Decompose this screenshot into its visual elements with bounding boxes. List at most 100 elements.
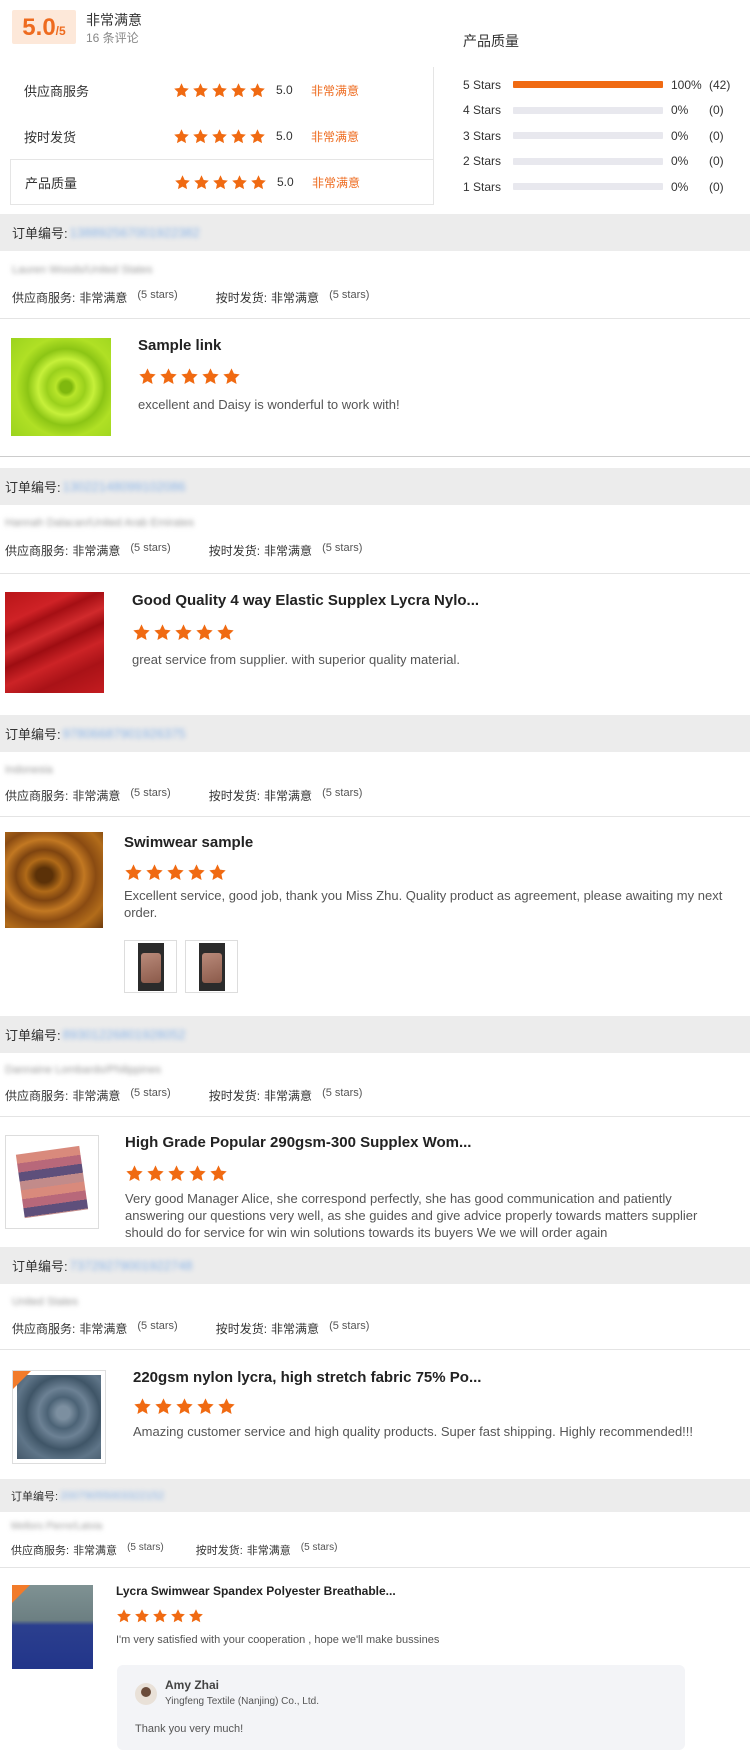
reply-company: Yingfeng Textile (Nanjing) Co., Ltd.: [165, 1696, 319, 1707]
rating-row-product-quality[interactable]: 产品质量 5.0 非常满意: [10, 159, 434, 205]
on-time-stars: (5 stars): [329, 289, 370, 301]
review-text: great service from supplier. with superi…: [132, 652, 461, 667]
review-photo[interactable]: [124, 940, 177, 993]
product-badge: [12, 1585, 30, 1603]
distribution-label: 1 Stars: [463, 179, 502, 194]
product-title[interactable]: Lycra Swimwear Spandex Polyester Breatha…: [116, 1584, 396, 1598]
order-number-bar: 订单编号: 73729279001922748: [0, 1247, 750, 1284]
sub-ratings: 供应商服务: 非常满意 (5 stars) 按时发货: 非常满意 (5 star…: [12, 1320, 369, 1337]
buyer-name: United States: [12, 1296, 79, 1308]
order-number-label: 订单编号:: [5, 1028, 61, 1043]
product-thumbnail[interactable]: [5, 832, 103, 928]
distribution-percent: 0%: [671, 103, 689, 118]
order-number[interactable]: 20079055003322152: [60, 1490, 164, 1502]
sub-ratings: 供应商服务: 非常满意 (5 stars) 按时发货: 非常满意 (5 star…: [5, 542, 362, 559]
supplier-service-value: 非常满意: [79, 1322, 128, 1336]
review-text: Excellent service, good job, thank you M…: [124, 888, 723, 920]
rating-text: 非常满意: [312, 175, 361, 190]
rating-label: 供应商服务: [24, 83, 90, 99]
distribution-count: (0): [709, 154, 724, 169]
reply-message: Thank you very much!: [135, 1723, 244, 1735]
on-time-label: 按时发货:: [215, 291, 268, 305]
distribution-row: 3 Stars 0% (0): [463, 123, 743, 149]
buyer-name: Mellors Pierre/Latvia: [11, 1521, 103, 1532]
product-title[interactable]: High Grade Popular 290gsm-300 Supplex Wo…: [125, 1134, 471, 1151]
product-thumbnail[interactable]: [5, 592, 104, 693]
star-icon: [249, 82, 266, 99]
star-icon: [208, 863, 227, 882]
overall-satisfaction: 非常满意: [86, 12, 142, 28]
distribution-count: (0): [709, 103, 724, 118]
product-thumbnail[interactable]: [5, 1135, 99, 1229]
star-icon: [192, 82, 209, 99]
review-stars: [133, 1397, 236, 1416]
divider: [0, 1567, 750, 1568]
supplier-service-label: 供应商服务:: [5, 1089, 69, 1103]
distribution-bar: [513, 81, 663, 89]
order-number[interactable]: 97806687901926375: [63, 726, 186, 741]
on-time-value: 非常满意: [264, 544, 313, 558]
star-icon: [166, 863, 185, 882]
on-time-value: 非常满意: [271, 291, 320, 305]
on-time-stars: (5 stars): [322, 542, 363, 554]
supplier-service-value: 非常满意: [72, 1089, 121, 1103]
star-icon: [152, 1608, 168, 1624]
rating-text: 非常满意: [311, 83, 360, 98]
overall-score-badge: 5.0 /5: [12, 10, 76, 44]
star-icon: [188, 1608, 204, 1624]
distribution-title: 产品质量: [463, 33, 519, 49]
product-thumbnail[interactable]: [12, 1585, 93, 1669]
supplier-service-stars: (5 stars): [137, 1320, 178, 1332]
on-time-stars: (5 stars): [322, 1087, 363, 1099]
star-icon: [167, 1164, 186, 1183]
overall-score: 5.0: [22, 14, 56, 41]
supplier-service-label: 供应商服务:: [12, 291, 76, 305]
rating-row-on-time-delivery[interactable]: 按时发货 5.0 非常满意: [10, 113, 433, 159]
order-number[interactable]: 13022148099102086: [63, 479, 186, 494]
on-time-value: 非常满意: [271, 1322, 320, 1336]
star-icon: [216, 623, 235, 642]
distribution-row: 2 Stars 0% (0): [463, 149, 743, 175]
order-number-bar: 订单编号: 20079055003322152: [0, 1479, 750, 1512]
product-title[interactable]: Good Quality 4 way Elastic Supplex Lycra…: [132, 592, 479, 609]
sub-ratings: 供应商服务: 非常满意 (5 stars) 按时发货: 非常满意 (5 star…: [5, 1087, 362, 1104]
star-icon: [125, 1164, 144, 1183]
star-icon: [230, 128, 247, 145]
distribution-count: (42): [709, 77, 731, 92]
star-icon: [217, 1397, 236, 1416]
star-distribution: 5 Stars 100% (42) 4 Stars 0% (0) 3 Stars…: [463, 72, 743, 200]
supplier-service-stars: (5 stars): [137, 289, 178, 301]
distribution-bar-fill: [513, 81, 663, 89]
star-icon: [212, 174, 229, 191]
review-stars: [125, 1164, 228, 1183]
rating-stars: [174, 174, 267, 191]
product-thumbnail[interactable]: [11, 338, 111, 436]
star-icon: [187, 863, 206, 882]
supplier-service-value: 非常满意: [79, 291, 128, 305]
distribution-percent: 0%: [671, 128, 689, 143]
review-stars: [116, 1608, 204, 1624]
divider: [0, 456, 750, 457]
distribution-bar: [513, 157, 663, 165]
product-title[interactable]: 220gsm nylon lycra, high stretch fabric …: [133, 1369, 481, 1386]
review-photo[interactable]: [185, 940, 238, 993]
order-number-label: 订单编号:: [12, 226, 68, 241]
distribution-label: 2 Stars: [463, 154, 502, 169]
divider: [0, 573, 750, 574]
rating-row-supplier-service[interactable]: 供应商服务 5.0 非常满意: [10, 67, 433, 113]
star-icon: [138, 367, 157, 386]
star-icon: [196, 1397, 215, 1416]
order-number[interactable]: 89301226801928052: [63, 1027, 186, 1042]
product-title[interactable]: Sample link: [138, 337, 221, 354]
star-icon: [201, 367, 220, 386]
rating-value: 5.0: [276, 129, 293, 143]
order-number[interactable]: 73729279001922748: [70, 1258, 193, 1273]
review-stars: [132, 623, 235, 642]
order-number[interactable]: 138892567001922382: [70, 225, 200, 240]
product-thumbnail[interactable]: [12, 1370, 106, 1464]
distribution-label: 4 Stars: [463, 103, 502, 118]
supplier-service-label: 供应商服务:: [5, 789, 69, 803]
on-time-value: 非常满意: [264, 1089, 313, 1103]
rating-label: 按时发货: [24, 129, 77, 145]
product-title[interactable]: Swimwear sample: [124, 834, 253, 851]
